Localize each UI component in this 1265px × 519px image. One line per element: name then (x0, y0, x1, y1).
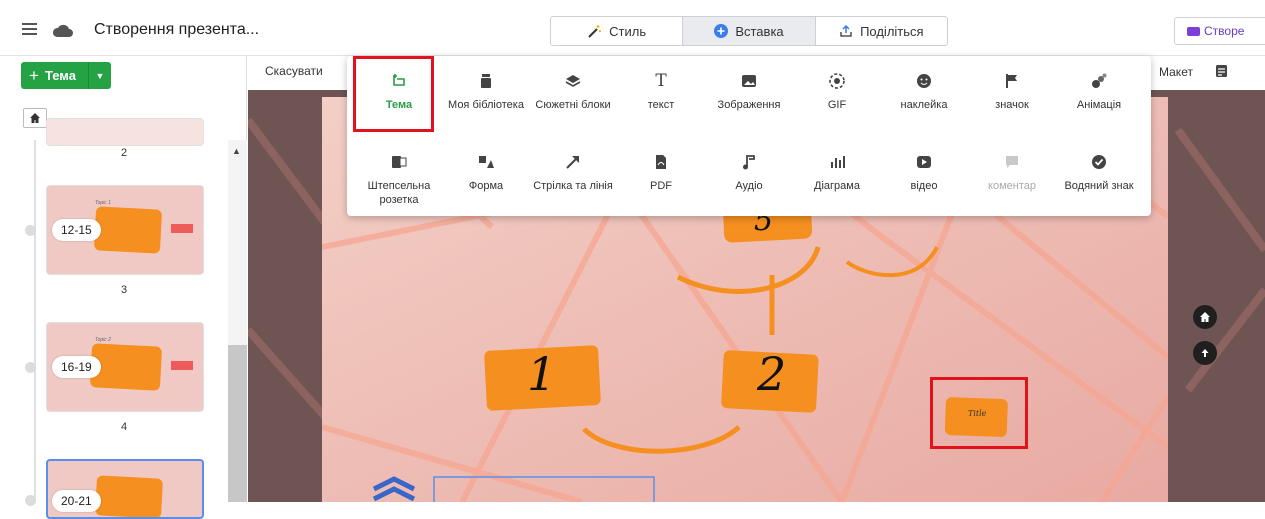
slide-range-badge: 20-21 (52, 490, 101, 512)
insert-audio[interactable]: Аудіо (705, 153, 793, 193)
sticker-icon (917, 74, 931, 88)
insert-shape-label: Форма (468, 180, 504, 192)
insert-shape[interactable]: Форма (442, 153, 530, 193)
shape-icon (479, 156, 494, 168)
timeline-dot (25, 225, 36, 236)
create-video-button[interactable]: Створе (1174, 17, 1265, 45)
layout-button[interactable]: Макет (1159, 65, 1193, 79)
insert-gif[interactable]: GIF (793, 72, 881, 112)
scroll-up-icon[interactable]: ▲ (232, 146, 241, 156)
insert-arrow[interactable]: Стрілка та лінія (529, 153, 617, 193)
slide-range-badge: 12-15 (52, 219, 101, 241)
insert-library-label: Моя бібліотека (448, 99, 524, 111)
document-title[interactable]: Створення презента... (94, 21, 259, 39)
tab-style[interactable]: Стиль (551, 17, 684, 45)
home-icon (30, 113, 40, 123)
slide-number: 3 (121, 284, 128, 296)
slide-thumbnail[interactable] (46, 118, 204, 146)
timeline-dot (25, 362, 36, 373)
chevron-down-icon[interactable]: ▼ (89, 71, 111, 81)
home-button[interactable] (23, 108, 47, 128)
insert-animation-label: Анімація (1076, 99, 1122, 111)
arrow-up-icon (1201, 349, 1209, 357)
timeline-line (34, 140, 36, 502)
library-icon (481, 74, 491, 88)
insert-comment[interactable]: коментар (968, 153, 1056, 193)
highlight-small-box (930, 377, 1028, 449)
insert-gif-label: GIF (827, 99, 847, 111)
share-icon (840, 24, 852, 37)
insert-text[interactable]: T текст (617, 72, 705, 112)
insert-story-blocks[interactable]: Сюжетні блоки (529, 72, 617, 112)
back-nav-button[interactable] (1193, 341, 1217, 365)
insert-icon[interactable]: значок (968, 72, 1056, 112)
insert-image[interactable]: Зображення (705, 72, 793, 112)
box-label-1: 1 (527, 347, 557, 401)
insert-pdf[interactable]: PDF (617, 153, 705, 193)
tab-insert-label: Вставка (735, 23, 784, 39)
insert-animation[interactable]: Анімація (1055, 72, 1143, 112)
insert-watermark-label: Водяний знак (1064, 180, 1134, 192)
top-tabs: Стиль Вставка Поділіться (550, 16, 948, 46)
text-icon: T (655, 71, 667, 91)
notes-icon[interactable] (1215, 64, 1228, 83)
timeline-dot (25, 495, 36, 506)
home-icon (1200, 312, 1210, 322)
create-label: Створе (1204, 24, 1245, 38)
insert-watermark[interactable]: Водяний знак (1055, 153, 1143, 193)
tab-insert[interactable]: Вставка (683, 17, 816, 45)
plug-icon (392, 156, 407, 168)
video-camera-icon (1187, 26, 1200, 36)
image-icon (742, 75, 756, 87)
insert-icon-label: значок (995, 99, 1029, 111)
plus-circle-icon (714, 24, 729, 38)
tab-share[interactable]: Поділіться (816, 17, 947, 45)
insert-video[interactable]: відео (880, 153, 968, 193)
add-topic-label: Тема (44, 68, 76, 83)
chart-icon (831, 156, 845, 168)
cloud-icon (52, 22, 74, 38)
insert-chart-label: Діаграма (814, 180, 860, 192)
music-icon (743, 155, 755, 170)
pdf-icon (656, 155, 666, 169)
insert-plug-label: Штепсельна розетка (367, 180, 431, 206)
insert-text-label: текст (647, 99, 675, 111)
animation-icon (1092, 73, 1107, 88)
insert-story-blocks-label: Сюжетні блоки (535, 99, 611, 111)
insert-sticker-label: наклейка (900, 99, 948, 111)
plus-icon: + (29, 65, 39, 85)
add-topic-button[interactable]: + Тема ▼ (21, 62, 111, 89)
cancel-button[interactable]: Скасувати (265, 64, 323, 78)
insert-comment-label: коментар (988, 180, 1036, 192)
insert-sticker[interactable]: наклейка (880, 72, 968, 112)
insert-pdf-label: PDF (650, 180, 672, 192)
insert-image-label: Зображення (717, 99, 781, 111)
home-nav-button[interactable] (1193, 305, 1217, 329)
slide-range-badge: 16-19 (52, 356, 101, 378)
insert-video-label: відео (910, 180, 938, 192)
magic-wand-icon (588, 24, 602, 38)
watermark-icon (1092, 155, 1106, 169)
flag-icon (1006, 74, 1017, 88)
insert-arrow-label: Стрілка та лінія (533, 180, 613, 192)
slide-number: 2 (121, 147, 128, 159)
box-label-2: 2 (757, 347, 787, 401)
insert-library[interactable]: Моя бібліотека (442, 72, 530, 112)
tab-style-label: Стиль (609, 23, 647, 39)
slide-number: 4 (121, 421, 128, 433)
tab-share-label: Поділіться (860, 23, 924, 39)
highlight-topic-button (353, 56, 434, 132)
insert-chart[interactable]: Діаграма (793, 153, 881, 193)
scrollbar-thumb[interactable] (228, 345, 247, 502)
insert-plug[interactable]: Штепсельна розетка (355, 153, 443, 207)
menu-icon[interactable] (22, 23, 37, 35)
gif-icon (829, 73, 845, 89)
video-icon (917, 156, 931, 168)
layers-icon (565, 75, 581, 87)
insert-audio-label: Аудіо (735, 180, 763, 192)
comment-icon (1006, 156, 1018, 168)
insert-panel: Тема Моя бібліотека Сюжетні блоки T текс… (347, 56, 1151, 216)
arrow-icon (566, 156, 579, 169)
